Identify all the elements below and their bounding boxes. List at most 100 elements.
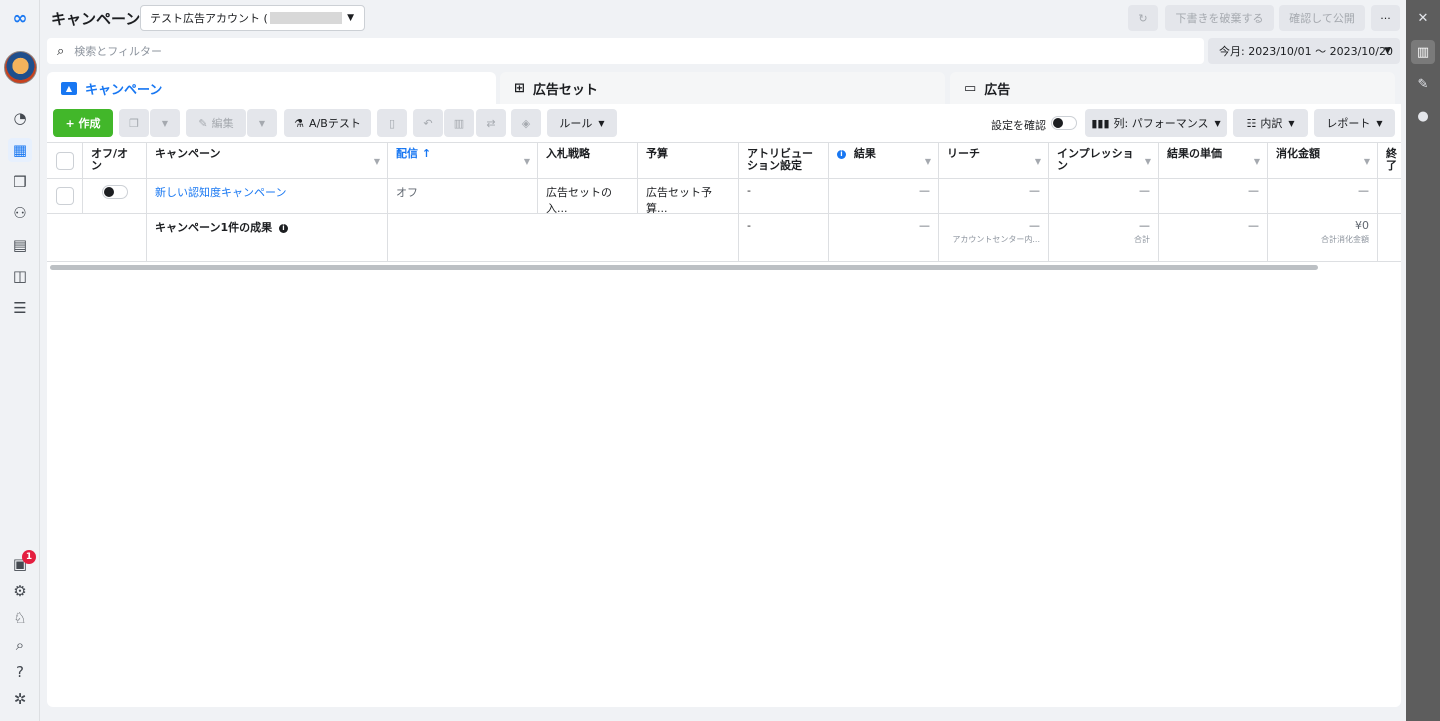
duplicate-button[interactable]: ❐ xyxy=(119,109,149,137)
ab-test-button[interactable]: ⚗ A/Bテスト xyxy=(284,109,371,137)
col-delivery[interactable]: 配信 ↑ ▼ xyxy=(388,143,538,178)
impressions-value: — xyxy=(1049,179,1159,213)
breakdown-label: 内訳 xyxy=(1260,117,1283,130)
account-avatar[interactable] xyxy=(4,51,37,84)
menu-icon[interactable]: ☰ xyxy=(8,296,32,320)
pages-icon[interactable]: ❒ xyxy=(8,170,32,194)
export-icon: ⇄ xyxy=(486,116,496,130)
tab-adsets[interactable]: ⊞ 広告セット xyxy=(500,72,945,104)
col-reach[interactable]: リーチ ▼ xyxy=(939,143,1049,178)
search-icon[interactable]: ⌕ xyxy=(8,633,32,657)
caret-down-icon: ▼ xyxy=(598,118,605,128)
export-button[interactable]: ⇄ xyxy=(476,109,506,137)
table-header-row: オフ/オン キャンペーン ▼ 配信 ↑ ▼ 入札戦略 予算 アトリビューション設… xyxy=(47,142,1401,179)
main-panel: + 作成 ❐ ▼ ✎ 編集 ▼ ⚗ A/Bテスト ▯ ↶ ▥ ⇄ ◈ ルール ▼… xyxy=(47,104,1401,707)
dashboard-icon[interactable]: ◔ xyxy=(8,106,32,130)
tab-label: 広告 xyxy=(984,82,1011,98)
edit-dropdown[interactable]: ▼ xyxy=(247,109,277,137)
columns-label: 列: パフォーマンス xyxy=(1113,117,1209,130)
campaign-name-link[interactable]: 新しい認知度キャンペーン xyxy=(147,179,388,213)
confirm-settings-toggle[interactable] xyxy=(1051,116,1077,130)
pencil-icon[interactable]: ✎ xyxy=(1411,72,1435,96)
tab-label: 広告セット xyxy=(532,82,598,98)
row-checkbox[interactable] xyxy=(56,187,74,205)
tag-button[interactable]: ◈ xyxy=(511,109,541,137)
caret-down-icon: ▼ xyxy=(1384,46,1391,56)
summary-spacer xyxy=(47,214,147,261)
summary-amount-spent: ¥0 xyxy=(1355,219,1369,232)
bug-icon[interactable]: ✲ xyxy=(8,687,32,711)
rules-dropdown[interactable]: ルール ▼ xyxy=(547,109,617,137)
ab-test-label: A/Bテスト xyxy=(309,117,361,130)
bell-icon[interactable]: ♘ xyxy=(8,606,32,630)
columns-dropdown[interactable]: ▮▮▮ 列: パフォーマンス ▼ xyxy=(1085,109,1227,137)
caret-down-icon: ▼ xyxy=(1376,118,1383,128)
campaigns-table-icon[interactable]: ▦ xyxy=(8,138,32,162)
sort-icon: ▼ xyxy=(1144,157,1151,166)
search-bar: ⌕ xyxy=(47,38,1204,64)
flask-icon: ⚗ xyxy=(294,116,305,130)
col-bid-strategy[interactable]: 入札戦略 xyxy=(538,143,638,178)
search-input[interactable] xyxy=(74,44,875,58)
horizontal-scrollbar[interactable] xyxy=(50,265,1318,270)
col-cost-per-result[interactable]: 結果の単価 ▼ xyxy=(1159,143,1268,178)
col-budget[interactable]: 予算 xyxy=(638,143,739,178)
delivery-value: オフ xyxy=(388,179,538,213)
more-options-button[interactable]: ··· xyxy=(1371,5,1400,31)
breakdown-dropdown[interactable]: ☷ 内訳 ▼ xyxy=(1233,109,1308,137)
create-button[interactable]: + 作成 xyxy=(53,109,113,137)
edit-button[interactable]: ✎ 編集 xyxy=(186,109,246,137)
history-icon[interactable]: ● xyxy=(1411,104,1435,128)
chart-icon[interactable]: ▥ xyxy=(1411,40,1435,64)
col-campaign-label: キャンペーン xyxy=(155,147,221,160)
campaign-onoff-toggle[interactable] xyxy=(102,185,128,199)
select-all-cell xyxy=(47,143,83,178)
undo-button[interactable]: ↶ xyxy=(413,109,443,137)
clipboard-button[interactable]: ▯ xyxy=(377,109,407,137)
account-label: テスト広告アカウント ( xyxy=(150,12,268,25)
cost-per-result-value: — xyxy=(1159,179,1268,213)
info-icon[interactable]: i xyxy=(278,223,288,233)
refresh-button[interactable]: ↻ xyxy=(1128,5,1158,31)
attribution-value: - xyxy=(739,179,829,213)
col-campaign[interactable]: キャンペーン ▼ xyxy=(147,143,388,178)
results-value: — xyxy=(829,179,939,213)
tab-ads[interactable]: ▭ 広告 xyxy=(950,72,1395,104)
tab-campaigns[interactable]: ▲ キャンペーン xyxy=(47,72,496,104)
delete-button[interactable]: ▥ xyxy=(444,109,474,137)
col-impressions[interactable]: インプレッション ▼ xyxy=(1049,143,1159,178)
col-onoff[interactable]: オフ/オン xyxy=(83,143,147,178)
col-cost-per-result-label: 結果の単価 xyxy=(1167,147,1222,160)
sort-icon: ▼ xyxy=(1034,157,1041,166)
discard-draft-button[interactable]: 下書きを破棄する xyxy=(1165,5,1274,31)
col-attribution[interactable]: アトリビューション設定 xyxy=(739,143,829,178)
info-icon: i xyxy=(837,149,846,159)
notification-badge: 1 xyxy=(22,550,36,564)
caret-down-icon: ▼ xyxy=(347,13,354,23)
review-publish-button[interactable]: 確認して公開 xyxy=(1279,5,1365,31)
trash-icon: ▥ xyxy=(453,116,465,130)
catalog-icon[interactable]: ◫ xyxy=(8,264,32,288)
billing-icon[interactable]: ▤ xyxy=(8,233,32,257)
bid-strategy-value: 広告セットの入... xyxy=(538,179,638,213)
caret-down-icon: ▼ xyxy=(1214,118,1221,128)
summary-results: — xyxy=(829,214,939,261)
help-icon[interactable]: ? xyxy=(8,660,32,684)
account-selector[interactable]: テスト広告アカウント ( ▼ xyxy=(140,5,365,31)
audiences-icon[interactable]: ⚇ xyxy=(8,201,32,225)
meta-logo-icon[interactable]: ∞ xyxy=(7,8,33,29)
col-ends[interactable]: 終了 xyxy=(1378,143,1408,178)
summary-label: キャンペーン1件の成果 xyxy=(155,221,273,234)
date-range-picker[interactable]: 今月: 2023/10/01 〜 2023/10/20 ▼ xyxy=(1208,38,1400,64)
folder-icon: ▲ xyxy=(61,81,77,95)
reports-dropdown[interactable]: レポート ▼ xyxy=(1314,109,1395,137)
sort-icon: ▼ xyxy=(523,157,530,166)
col-amount-spent[interactable]: 消化金額 ▼ xyxy=(1268,143,1378,178)
close-icon[interactable]: ✕ xyxy=(1411,6,1435,30)
pencil-icon: ✎ xyxy=(198,116,208,130)
col-results[interactable]: i 結果 ▼ xyxy=(829,143,939,178)
select-all-checkbox[interactable] xyxy=(56,152,74,170)
duplicate-dropdown[interactable]: ▼ xyxy=(150,109,180,137)
summary-impressions: — xyxy=(1139,219,1150,232)
settings-icon[interactable]: ⚙ xyxy=(8,579,32,603)
